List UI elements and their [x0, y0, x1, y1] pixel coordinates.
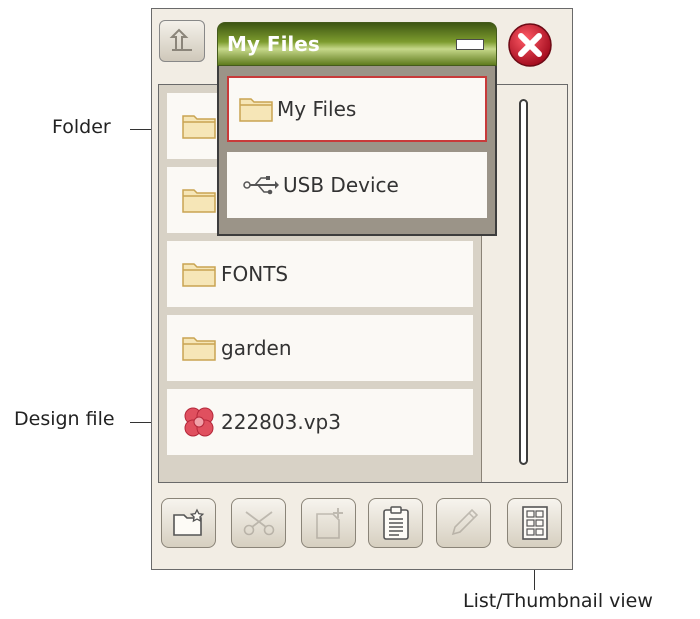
- new-folder-button[interactable]: [161, 498, 216, 548]
- list-item[interactable]: garden: [167, 315, 473, 381]
- paste-button[interactable]: [368, 498, 423, 548]
- menu-item-usb-device[interactable]: USB Device: [227, 152, 487, 218]
- rename-button[interactable]: [436, 498, 491, 548]
- dropdown-menu: My Files USB Device: [217, 66, 497, 236]
- view-toggle-callout: List/Thumbnail view: [463, 590, 653, 612]
- up-folder-button[interactable]: [159, 20, 205, 62]
- list-item[interactable]: 222803.vp3: [167, 389, 473, 455]
- list-thumbnail-button[interactable]: [507, 498, 562, 548]
- copy-button[interactable]: [301, 498, 356, 548]
- design-file-callout: Design file: [14, 408, 115, 430]
- copy-icon: [315, 508, 343, 539]
- scrollbar[interactable]: [519, 99, 528, 465]
- close-button[interactable]: [507, 22, 553, 68]
- scissors-icon: [243, 511, 274, 536]
- close-icon: [508, 23, 552, 67]
- pencil-icon: [451, 508, 478, 536]
- folder-icon: [179, 180, 219, 220]
- menu-item-label: USB Device: [283, 173, 399, 197]
- dropdown-title: My Files: [227, 32, 320, 56]
- list-item-label: garden: [221, 336, 292, 360]
- folder-icon: [239, 96, 273, 122]
- folder-icon: [179, 106, 219, 146]
- up-arrow-icon: [169, 28, 192, 51]
- location-dropdown[interactable]: My Files: [217, 22, 497, 66]
- folder-icon: [179, 328, 219, 368]
- folder-icon: [179, 254, 219, 294]
- minimize-icon: [456, 39, 484, 50]
- usb-icon: [243, 175, 279, 195]
- design-file-icon: [179, 402, 219, 442]
- grid-view-icon: [521, 506, 548, 540]
- list-item-label: 222803.vp3: [221, 410, 341, 434]
- list-item-label: FONTS: [221, 262, 289, 286]
- folder-callout: Folder: [52, 116, 111, 138]
- list-item[interactable]: FONTS: [167, 241, 473, 307]
- new-folder-icon: [172, 508, 204, 536]
- cut-button[interactable]: [231, 498, 286, 548]
- menu-item-my-files[interactable]: My Files: [227, 76, 487, 142]
- menu-item-label: My Files: [277, 97, 357, 121]
- clipboard-icon: [382, 506, 409, 540]
